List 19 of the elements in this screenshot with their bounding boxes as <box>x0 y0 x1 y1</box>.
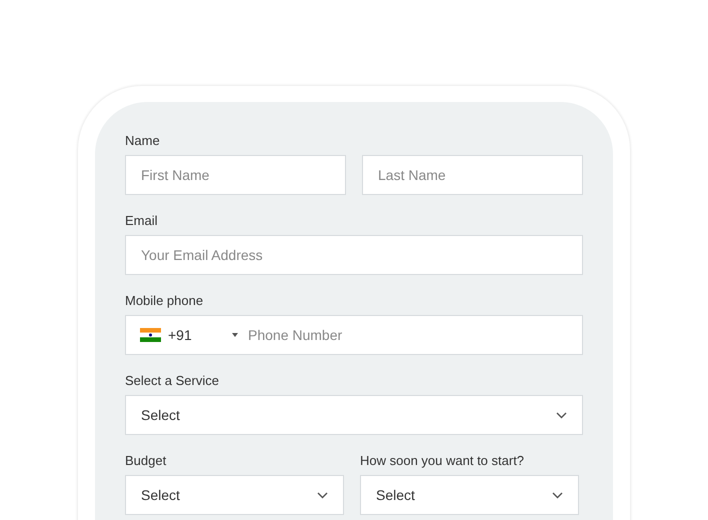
select-dropdown[interactable]: Select <box>360 475 579 515</box>
phone-field[interactable]: +91 Phone Number <box>125 315 583 355</box>
field-label: Name <box>125 133 160 148</box>
chevron-down-icon <box>317 492 328 498</box>
field-label: Budget <box>125 453 166 468</box>
chevron-down-icon <box>556 412 567 418</box>
caret-icon <box>232 333 238 337</box>
field-label: How soon you want to start? <box>360 453 524 468</box>
select-dropdown[interactable]: Select <box>125 395 583 435</box>
field-label: Email <box>125 213 158 228</box>
flag-icon <box>140 328 161 342</box>
select-dropdown[interactable]: Select <box>125 475 344 515</box>
chevron-down-icon <box>552 492 563 498</box>
field-label: Select a Service <box>125 373 219 388</box>
field-label: Mobile phone <box>125 293 204 308</box>
name-field[interactable]: Last Name <box>362 155 583 195</box>
email-field[interactable]: Your Email Address <box>125 235 583 275</box>
name-field[interactable]: First Name <box>125 155 346 195</box>
country-code-dropdown[interactable]: +91 <box>140 327 238 343</box>
